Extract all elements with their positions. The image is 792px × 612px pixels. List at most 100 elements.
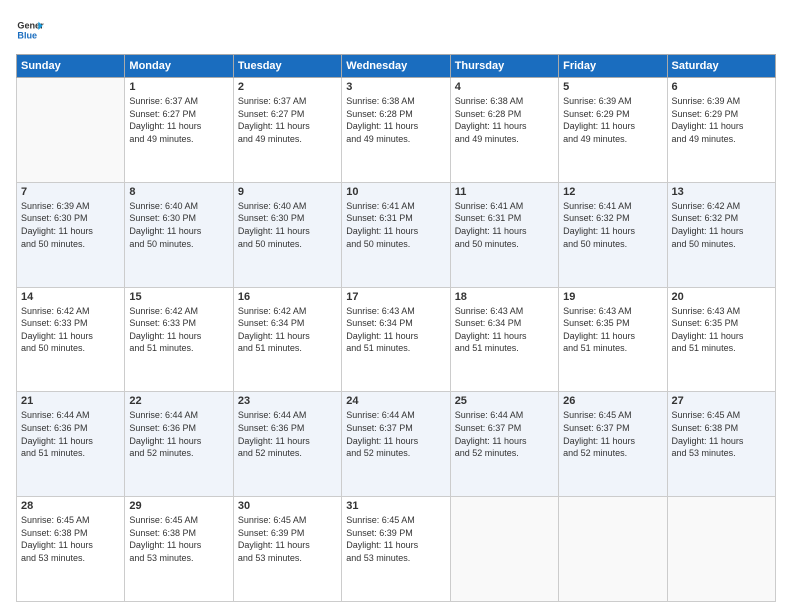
cell-content: Sunrise: 6:43 AM Sunset: 6:34 PM Dayligh…: [455, 305, 554, 355]
calendar-week-row: 14 Sunrise: 6:42 AM Sunset: 6:33 PM Dayli…: [17, 287, 776, 392]
cell-content: Sunrise: 6:42 AM Sunset: 6:33 PM Dayligh…: [21, 305, 120, 355]
cell-content: Sunrise: 6:37 AM Sunset: 6:27 PM Dayligh…: [129, 95, 228, 145]
calendar-cell: 9 Sunrise: 6:40 AM Sunset: 6:30 PM Daylig…: [233, 182, 341, 287]
calendar-week-row: 28Sunrise: 6:45 AM Sunset: 6:38 PM Dayli…: [17, 497, 776, 602]
day-number: 25: [455, 395, 554, 407]
day-header-monday: Monday: [125, 55, 233, 78]
day-header-wednesday: Wednesday: [342, 55, 450, 78]
cell-content: Sunrise: 6:43 AM Sunset: 6:35 PM Dayligh…: [672, 305, 771, 355]
cell-content: Sunrise: 6:41 AM Sunset: 6:32 PM Dayligh…: [563, 200, 662, 250]
calendar-cell: [17, 78, 125, 183]
calendar-cell: 23 Sunrise: 6:44 AM Sunset: 6:36 PM Dayli…: [233, 392, 341, 497]
calendar-cell: 17 Sunrise: 6:43 AM Sunset: 6:34 PM Dayli…: [342, 287, 450, 392]
calendar-cell: [450, 497, 558, 602]
day-number: 17: [346, 291, 445, 303]
day-number: 18: [455, 291, 554, 303]
day-number: 14: [21, 291, 120, 303]
day-header-friday: Friday: [559, 55, 667, 78]
day-number: 19: [563, 291, 662, 303]
day-number: 9: [238, 186, 337, 198]
calendar-table: SundayMondayTuesdayWednesdayThursdayFrid…: [16, 54, 776, 602]
cell-content: Sunrise: 6:43 AM Sunset: 6:35 PM Dayligh…: [563, 305, 662, 355]
day-number: 16: [238, 291, 337, 303]
day-number: 6: [672, 81, 771, 93]
logo: General Blue: [16, 16, 44, 44]
day-number: 7: [21, 186, 120, 198]
calendar-cell: 7 Sunrise: 6:39 AM Sunset: 6:30 PM Daylig…: [17, 182, 125, 287]
calendar-week-row: 21 Sunrise: 6:44 AM Sunset: 6:36 PM Dayli…: [17, 392, 776, 497]
calendar-cell: 21 Sunrise: 6:44 AM Sunset: 6:36 PM Dayli…: [17, 392, 125, 497]
cell-content: Sunrise: 6:38 AM Sunset: 6:28 PM Dayligh…: [346, 95, 445, 145]
day-number: 3: [346, 81, 445, 93]
calendar-cell: 20Sunrise: 6:43 AM Sunset: 6:35 PM Dayli…: [667, 287, 775, 392]
cell-content: Sunrise: 6:39 AM Sunset: 6:29 PM Dayligh…: [672, 95, 771, 145]
cell-content: Sunrise: 6:45 AM Sunset: 6:38 PM Dayligh…: [672, 409, 771, 459]
day-number: 11: [455, 186, 554, 198]
day-number: 5: [563, 81, 662, 93]
day-number: 27: [672, 395, 771, 407]
day-header-thursday: Thursday: [450, 55, 558, 78]
cell-content: Sunrise: 6:42 AM Sunset: 6:32 PM Dayligh…: [672, 200, 771, 250]
cell-content: Sunrise: 6:38 AM Sunset: 6:28 PM Dayligh…: [455, 95, 554, 145]
cell-content: Sunrise: 6:44 AM Sunset: 6:36 PM Dayligh…: [129, 409, 228, 459]
cell-content: Sunrise: 6:42 AM Sunset: 6:33 PM Dayligh…: [129, 305, 228, 355]
calendar-cell: 12 Sunrise: 6:41 AM Sunset: 6:32 PM Dayli…: [559, 182, 667, 287]
day-number: 13: [672, 186, 771, 198]
day-number: 15: [129, 291, 228, 303]
page-header: General Blue: [16, 16, 776, 44]
cell-content: Sunrise: 6:37 AM Sunset: 6:27 PM Dayligh…: [238, 95, 337, 145]
cell-content: Sunrise: 6:40 AM Sunset: 6:30 PM Dayligh…: [129, 200, 228, 250]
cell-content: Sunrise: 6:45 AM Sunset: 6:39 PM Dayligh…: [346, 514, 445, 564]
day-header-saturday: Saturday: [667, 55, 775, 78]
svg-text:Blue: Blue: [17, 30, 37, 40]
cell-content: Sunrise: 6:44 AM Sunset: 6:37 PM Dayligh…: [346, 409, 445, 459]
calendar-cell: 4 Sunrise: 6:38 AM Sunset: 6:28 PM Daylig…: [450, 78, 558, 183]
calendar-cell: 26Sunrise: 6:45 AM Sunset: 6:37 PM Dayli…: [559, 392, 667, 497]
day-number: 24: [346, 395, 445, 407]
cell-content: Sunrise: 6:44 AM Sunset: 6:36 PM Dayligh…: [21, 409, 120, 459]
day-number: 12: [563, 186, 662, 198]
day-number: 23: [238, 395, 337, 407]
cell-content: Sunrise: 6:39 AM Sunset: 6:30 PM Dayligh…: [21, 200, 120, 250]
calendar-week-row: 7 Sunrise: 6:39 AM Sunset: 6:30 PM Daylig…: [17, 182, 776, 287]
calendar-cell: 3 Sunrise: 6:38 AM Sunset: 6:28 PM Daylig…: [342, 78, 450, 183]
day-header-tuesday: Tuesday: [233, 55, 341, 78]
calendar-cell: 19 Sunrise: 6:43 AM Sunset: 6:35 PM Dayli…: [559, 287, 667, 392]
calendar-cell: 10 Sunrise: 6:41 AM Sunset: 6:31 PM Dayli…: [342, 182, 450, 287]
calendar-cell: 16 Sunrise: 6:42 AM Sunset: 6:34 PM Dayli…: [233, 287, 341, 392]
logo-icon: General Blue: [16, 16, 44, 44]
cell-content: Sunrise: 6:39 AM Sunset: 6:29 PM Dayligh…: [563, 95, 662, 145]
day-number: 1: [129, 81, 228, 93]
calendar-cell: 2 Sunrise: 6:37 AM Sunset: 6:27 PM Daylig…: [233, 78, 341, 183]
cell-content: Sunrise: 6:45 AM Sunset: 6:39 PM Dayligh…: [238, 514, 337, 564]
day-number: 4: [455, 81, 554, 93]
calendar-cell: 28Sunrise: 6:45 AM Sunset: 6:38 PM Dayli…: [17, 497, 125, 602]
calendar-cell: 8 Sunrise: 6:40 AM Sunset: 6:30 PM Daylig…: [125, 182, 233, 287]
day-number: 28: [21, 500, 120, 512]
day-number: 8: [129, 186, 228, 198]
calendar-cell: [667, 497, 775, 602]
calendar-cell: 13 Sunrise: 6:42 AM Sunset: 6:32 PM Dayli…: [667, 182, 775, 287]
calendar-cell: 31 Sunrise: 6:45 AM Sunset: 6:39 PM Dayli…: [342, 497, 450, 602]
day-number: 29: [129, 500, 228, 512]
cell-content: Sunrise: 6:40 AM Sunset: 6:30 PM Dayligh…: [238, 200, 337, 250]
calendar-header-row: SundayMondayTuesdayWednesdayThursdayFrid…: [17, 55, 776, 78]
calendar-cell: 18 Sunrise: 6:43 AM Sunset: 6:34 PM Dayli…: [450, 287, 558, 392]
day-number: 21: [21, 395, 120, 407]
day-number: 30: [238, 500, 337, 512]
day-number: 2: [238, 81, 337, 93]
day-number: 22: [129, 395, 228, 407]
calendar-week-row: 1 Sunrise: 6:37 AM Sunset: 6:27 PM Daylig…: [17, 78, 776, 183]
cell-content: Sunrise: 6:42 AM Sunset: 6:34 PM Dayligh…: [238, 305, 337, 355]
calendar-cell: 22 Sunrise: 6:44 AM Sunset: 6:36 PM Dayli…: [125, 392, 233, 497]
day-number: 26: [563, 395, 662, 407]
cell-content: Sunrise: 6:44 AM Sunset: 6:37 PM Dayligh…: [455, 409, 554, 459]
calendar-cell: 5 Sunrise: 6:39 AM Sunset: 6:29 PM Daylig…: [559, 78, 667, 183]
day-number: 10: [346, 186, 445, 198]
calendar-cell: 1 Sunrise: 6:37 AM Sunset: 6:27 PM Daylig…: [125, 78, 233, 183]
cell-content: Sunrise: 6:43 AM Sunset: 6:34 PM Dayligh…: [346, 305, 445, 355]
cell-content: Sunrise: 6:41 AM Sunset: 6:31 PM Dayligh…: [346, 200, 445, 250]
cell-content: Sunrise: 6:44 AM Sunset: 6:36 PM Dayligh…: [238, 409, 337, 459]
day-number: 31: [346, 500, 445, 512]
calendar-cell: 11Sunrise: 6:41 AM Sunset: 6:31 PM Dayli…: [450, 182, 558, 287]
